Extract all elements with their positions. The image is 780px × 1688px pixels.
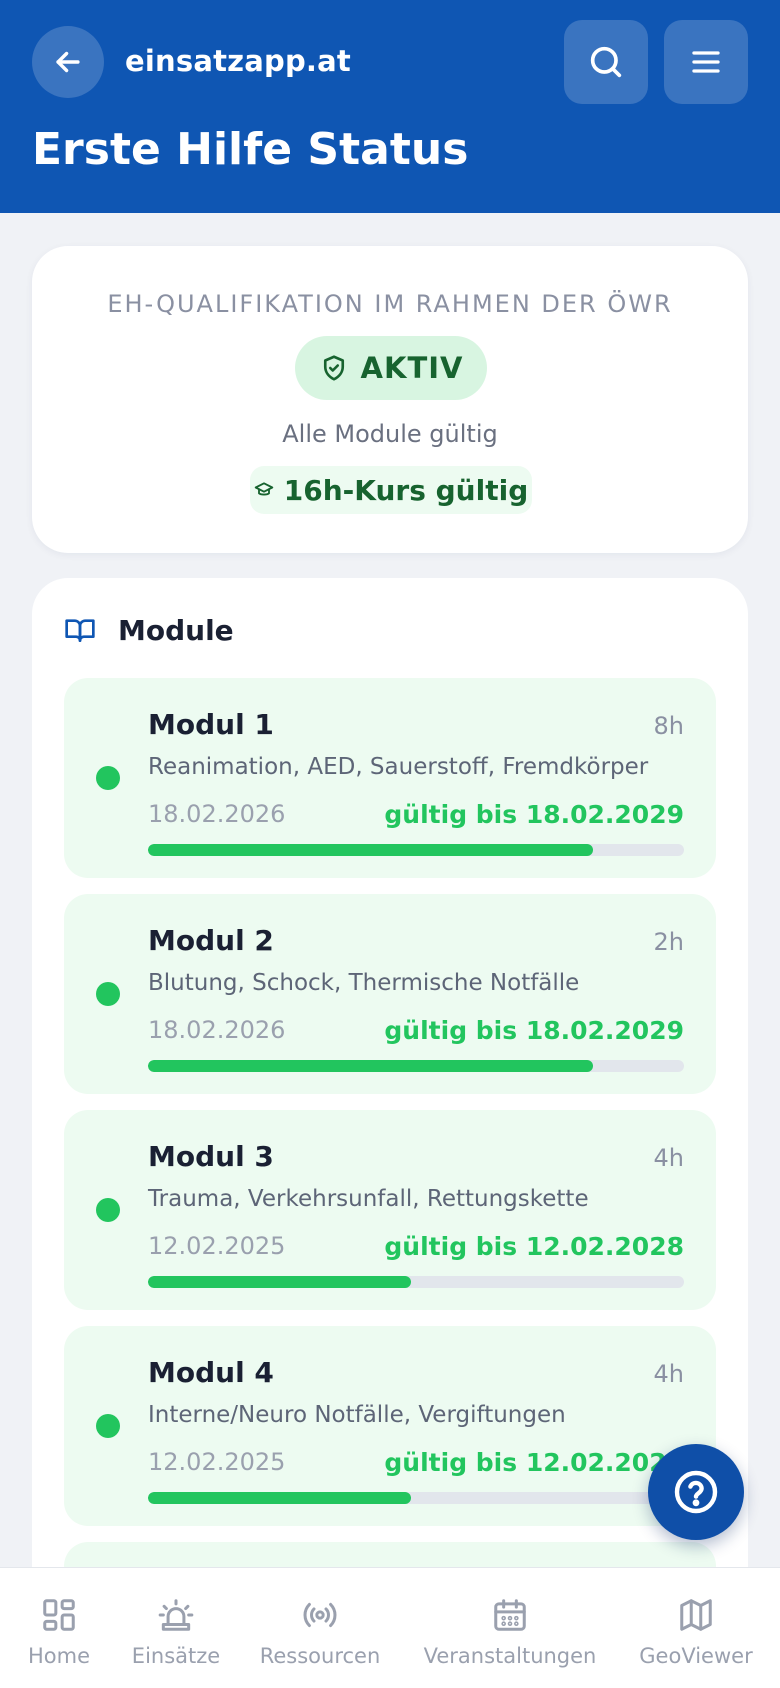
module-item[interactable]: Modul 4 4h Interne/Neuro Notfälle, Vergi… [64,1326,716,1526]
module-progress-bar [148,1492,684,1504]
app-header [0,0,780,213]
module-progress-fill [148,1276,411,1288]
qualification-label: EH-QUALIFIKATION IM RAHMEN DER ÖWR [107,290,673,318]
module-topics: Trauma, Verkehrsunfall, Rettungskette [148,1186,589,1212]
graduation-cap-icon [254,482,273,496]
module-name: Modul 4 [148,1356,274,1389]
module-name: Modul 1 [148,708,274,741]
module-valid-until: gültig bis 18.02.2029 [384,800,684,829]
course-status: 16h-Kurs gültig [283,473,529,507]
modules-title: Module [118,613,234,647]
module-hours: 4h [653,1360,684,1388]
module-progress-fill [148,1060,593,1072]
module-progress-bar [148,1060,684,1072]
menu-button[interactable] [664,20,748,104]
status-badge: AKTIV [295,336,487,400]
shield-check-icon [323,355,344,381]
module-progress-bar [148,1276,684,1288]
course-badge: 16h-Kurs gültig [250,466,532,514]
calendar-icon [494,1599,526,1631]
arrow-left-icon [56,51,80,73]
status-state: AKTIV [360,351,464,385]
site-name: einsatzapp.at [125,44,351,78]
nav-item-geoviewer[interactable]: GeoViewer [628,1568,764,1688]
module-item[interactable]: Modul 1 8h Reanimation, AED, Sauerstoff,… [64,678,716,878]
module-date: 18.02.2026 [148,800,286,828]
module-date: 12.02.2025 [148,1448,286,1476]
nav-label: Einsätze [131,1644,221,1668]
module-valid-until: gültig bis 18.02.2029 [384,1016,684,1045]
module-date: 12.02.2025 [148,1232,286,1260]
grid-icon [43,1599,75,1631]
module-date: 18.02.2026 [148,1016,286,1044]
module-progress-fill [148,1492,411,1504]
module-valid-until: gültig bis 12.02.2028 [384,1448,684,1477]
module-hours: 8h [653,712,684,740]
nav-item-ressourcen[interactable]: Ressourcen [252,1568,388,1688]
map-icon [680,1599,712,1631]
search-button[interactable] [564,20,648,104]
module-progress-fill [148,844,593,856]
nav-label: Home [27,1644,90,1668]
status-summary: Alle Module gültig [282,420,498,448]
nav-label: Ressourcen [259,1644,381,1668]
hamburger-menu-icon [692,51,720,73]
module-item[interactable]: Modul 3 4h Trauma, Verkehrsunfall, Rettu… [64,1110,716,1310]
nav-item-home[interactable]: Home [18,1568,100,1688]
help-circle-icon [674,1470,718,1514]
siren-icon [158,1599,194,1631]
book-open-icon [65,619,95,642]
nav-item-veranstaltungen[interactable]: Veranstaltungen [414,1568,606,1688]
page-title: Erste Hilfe Status [32,124,469,175]
status-dot [96,766,120,790]
module-name: Modul 3 [148,1140,274,1173]
module-topics: Reanimation, AED, Sauerstoff, Fremdkörpe… [148,754,649,780]
nav-label: Veranstaltungen [423,1644,597,1668]
module-topics: Blutung, Schock, Thermische Notfälle [148,970,580,996]
nav-label: GeoViewer [639,1644,753,1668]
module-item[interactable]: Modul 2 2h Blutung, Schock, Thermische N… [64,894,716,1094]
module-hours: 4h [653,1144,684,1172]
module-name: Modul 2 [148,924,274,957]
search-icon [590,46,622,78]
help-button[interactable] [648,1444,744,1540]
status-dot [96,1414,120,1438]
modules-heading: Module [64,610,234,650]
module-valid-until: gültig bis 12.02.2028 [384,1232,684,1261]
status-dot [96,1198,120,1222]
status-dot [96,982,120,1006]
module-progress-bar [148,844,684,856]
module-topics: Interne/Neuro Notfälle, Vergiftungen [148,1402,566,1428]
back-button[interactable] [32,26,104,98]
nav-item-einsaetze[interactable]: Einsätze [122,1568,230,1688]
module-hours: 2h [653,928,684,956]
radio-icon [303,1602,337,1628]
bottom-nav: Home Einsätze Ressourcen Veranstaltungen… [0,1567,780,1688]
